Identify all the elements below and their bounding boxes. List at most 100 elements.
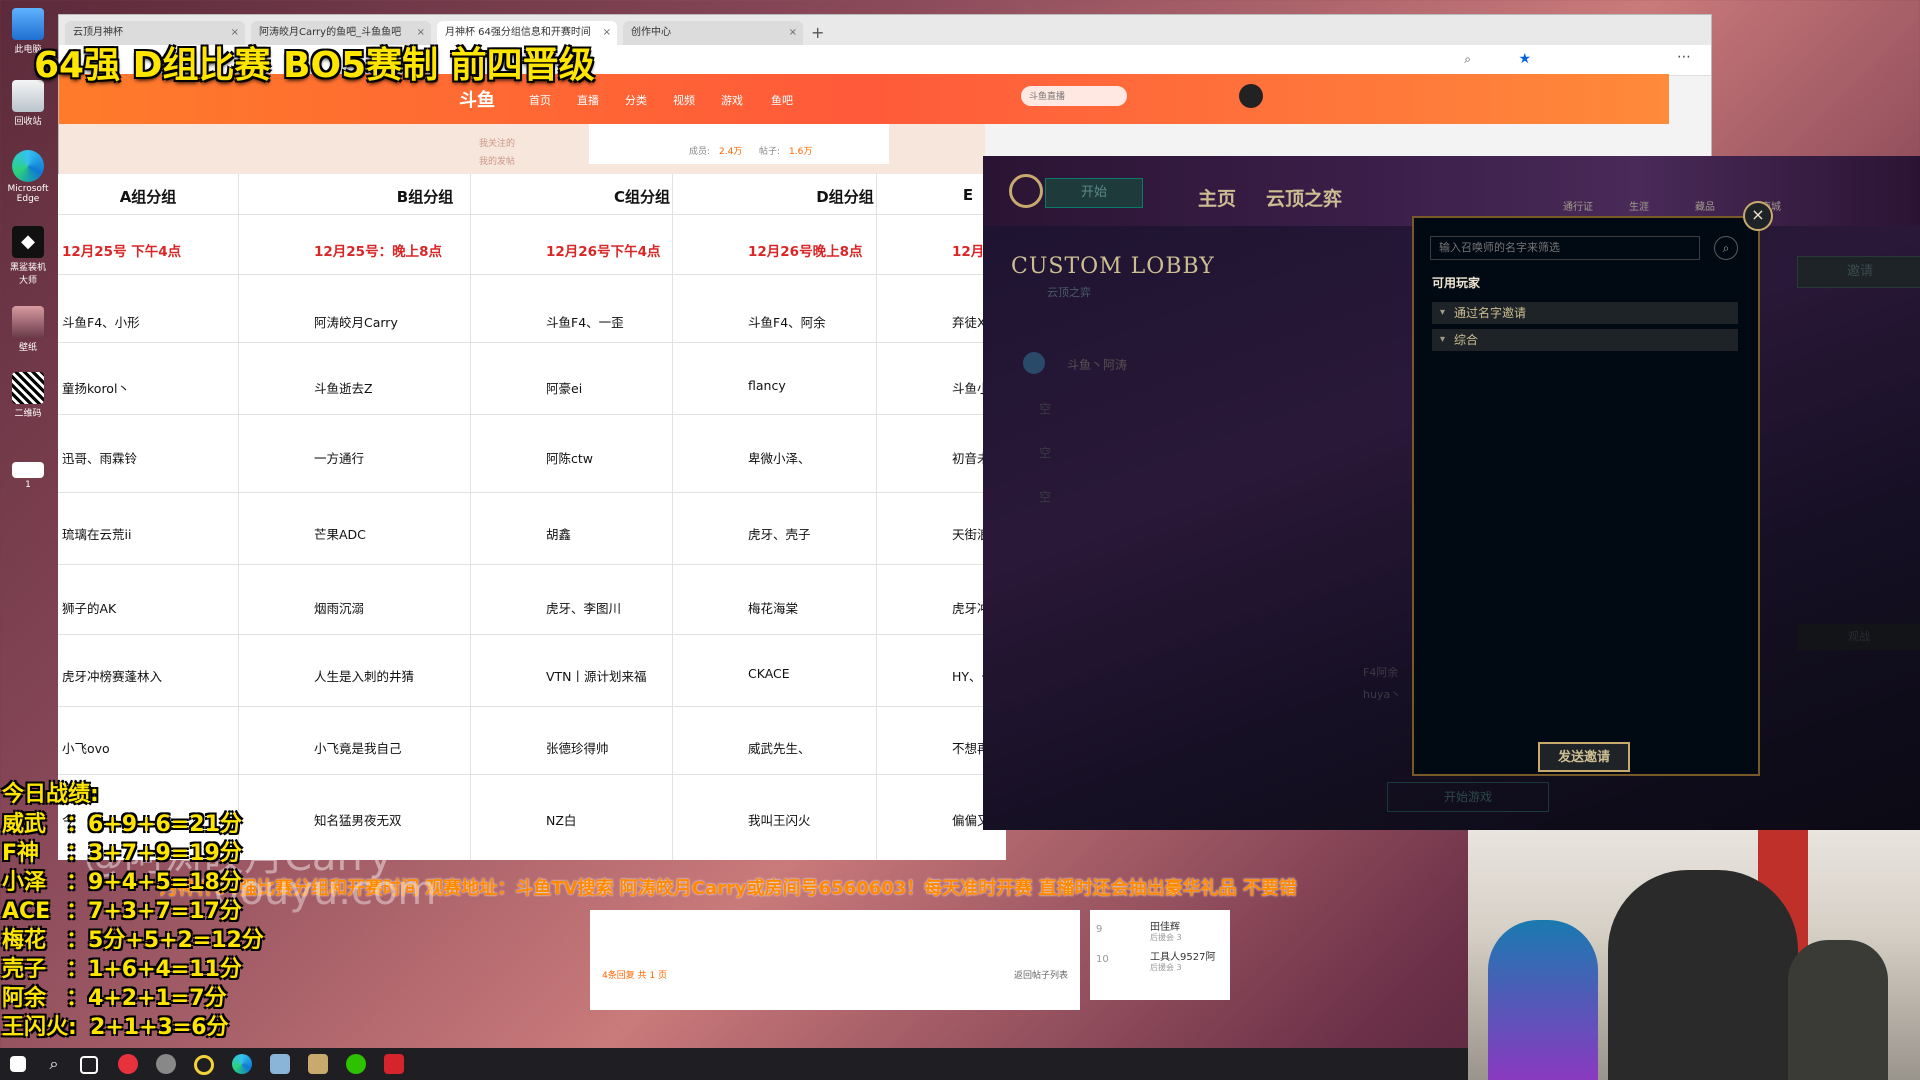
player-cell[interactable]: 阿豪ei: [546, 378, 738, 397]
desktop-icon-label: 壁纸: [18, 343, 37, 353]
post-card: 4条回复 共 1 页 返回帖子列表: [590, 910, 1080, 1010]
nav-video[interactable]: 视频: [673, 92, 695, 108]
nav-pass[interactable]: 通行证: [1563, 198, 1593, 213]
tab-label: 创作中心: [631, 27, 671, 38]
new-tab-button[interactable]: +: [811, 21, 824, 45]
nav-lol-home[interactable]: 主页: [1198, 184, 1236, 211]
player-cell[interactable]: 烟雨沉溺: [314, 598, 536, 617]
desktop-icon-wallpaper[interactable]: 壁纸: [6, 306, 50, 353]
player-cell[interactable]: flancy: [748, 378, 942, 393]
lol-taskbar-icon[interactable]: [308, 1054, 328, 1074]
invite-button[interactable]: 邀请: [1797, 256, 1920, 288]
player-cell[interactable]: 斗鱼逝去Z: [314, 378, 536, 397]
nav-game[interactable]: 游戏: [721, 92, 743, 108]
nav-category[interactable]: 分类: [625, 92, 647, 108]
score-separator: ：: [66, 957, 89, 982]
score-name: 王闪火: [2, 1015, 69, 1040]
close-icon[interactable]: ×: [1743, 201, 1773, 231]
player-cell[interactable]: 梅花海棠: [748, 598, 942, 617]
player-cell[interactable]: VTN丨源计划来福: [546, 666, 738, 685]
player-cell[interactable]: 虎牙、壳子: [748, 524, 942, 543]
score-expression: 1+6+4=11分: [88, 957, 242, 982]
player-cell[interactable]: CKACE: [748, 666, 942, 681]
person-center: [1608, 870, 1798, 1080]
group-header: D组分组: [816, 188, 874, 206]
douyu-logo[interactable]: 斗鱼: [459, 86, 495, 112]
accordion-invite-by-name[interactable]: 通过名字邀请: [1432, 302, 1738, 324]
more-menu-icon[interactable]: ⋯: [1677, 49, 1691, 65]
send-invite-button[interactable]: 发送邀请: [1538, 742, 1630, 772]
invite-dialog: ⌕ 可用玩家 通过名字邀请 综合 发送邀请: [1412, 216, 1760, 776]
windows-start-icon[interactable]: [10, 1056, 26, 1072]
douyu-search-input[interactable]: [1021, 86, 1127, 106]
player-cell[interactable]: 斗鱼F4、一歪: [546, 312, 738, 331]
summoner-filter-input[interactable]: [1430, 236, 1700, 260]
nav-yuba[interactable]: 鱼吧: [771, 92, 793, 108]
player-cell[interactable]: 虎牙冲榜赛蓬林入: [62, 666, 234, 685]
player-cell[interactable]: 斗鱼F4、小形: [62, 312, 234, 331]
player-cell[interactable]: 阿涛皎月Carry: [314, 312, 536, 331]
player-cell[interactable]: 斗鱼F4、阿余: [748, 312, 942, 331]
nav-live[interactable]: 直播: [577, 92, 599, 108]
player-cell[interactable]: 童扬korol丶: [62, 378, 234, 397]
wps-icon[interactable]: [384, 1054, 404, 1074]
app-icon[interactable]: [194, 1055, 214, 1075]
score-name: 阿余: [2, 986, 47, 1011]
player-cell[interactable]: 人生是入刺的井猜: [314, 666, 536, 685]
qrcode-icon: [12, 372, 44, 404]
nav-profile[interactable]: 生涯: [1629, 198, 1649, 213]
group-header: E: [962, 186, 974, 204]
available-players-heading: 可用玩家: [1432, 276, 1481, 290]
desktop-icon-file[interactable]: 1: [6, 462, 50, 490]
douyu-subheader: 我关注的 我的发帖 成员: 2.4万 帖子: 1.6万: [59, 124, 985, 174]
back-to-list-link[interactable]: 返回帖子列表: [1014, 968, 1068, 981]
desktop-icon-edge[interactable]: Microsoft Edge: [6, 150, 50, 204]
player-cell[interactable]: 小飞ovo: [62, 738, 234, 757]
search-icon[interactable]: ⌕: [1714, 236, 1738, 260]
score-name: 梅花: [2, 928, 47, 953]
nav-collection[interactable]: 藏品: [1695, 198, 1715, 213]
player-cell[interactable]: 虎牙、李图川: [546, 598, 738, 617]
player-cell[interactable]: 迅哥、雨霖铃: [62, 448, 234, 467]
play-button[interactable]: 开始: [1045, 178, 1143, 208]
edge-icon[interactable]: [232, 1054, 252, 1074]
desktop-icon-qrcode[interactable]: 二维码: [6, 372, 50, 419]
close-icon[interactable]: ×: [603, 21, 611, 45]
group-header: B组分组: [396, 188, 454, 206]
netease-music-icon[interactable]: [118, 1054, 138, 1074]
avatar[interactable]: [1239, 84, 1263, 108]
player-cell[interactable]: 卑微小泽、: [748, 448, 942, 467]
player-cell[interactable]: 琉璃在云荒ii: [62, 524, 234, 543]
tab-4[interactable]: 创作中心 ×: [623, 21, 803, 45]
wechat-icon[interactable]: [346, 1054, 366, 1074]
player-cell[interactable]: 阿陈ctw: [546, 448, 738, 467]
desktop-icon-blackshark[interactable]: ◆ 黑鲨装机大师: [6, 226, 50, 286]
accordion-general[interactable]: 综合: [1432, 329, 1738, 351]
player-cell[interactable]: 小飞竟是我自己: [314, 738, 536, 757]
player-cell[interactable]: 张德珍得帅: [546, 738, 738, 757]
sidebar-my-posts[interactable]: 我的发帖: [479, 154, 515, 167]
search-icon[interactable]: ⌕: [44, 1054, 64, 1074]
player-cell[interactable]: 胡鑫: [546, 524, 738, 543]
app-icon[interactable]: [270, 1054, 290, 1074]
lol-logo-icon[interactable]: [1009, 174, 1043, 208]
player-cell[interactable]: 我叫王闪火: [748, 810, 942, 829]
score-row: 威武 ：6+9+6=21分: [2, 806, 242, 838]
player-cell[interactable]: NZ白: [546, 810, 738, 829]
player-cell[interactable]: 一方通行: [314, 448, 536, 467]
zoom-icon[interactable]: ⌕: [1464, 52, 1471, 67]
group-date: 12月26号晚上8点: [748, 244, 863, 260]
task-view-icon[interactable]: [80, 1056, 98, 1074]
start-game-button[interactable]: 开始游戏: [1387, 782, 1549, 812]
player-cell[interactable]: 芒果ADC: [314, 524, 536, 543]
favorite-star-icon[interactable]: ★: [1518, 51, 1531, 67]
nav-home[interactable]: 首页: [529, 92, 551, 108]
sidebar-following[interactable]: 我关注的: [479, 136, 515, 149]
player-cell[interactable]: 威武先生、: [748, 738, 942, 757]
close-icon[interactable]: ×: [789, 21, 797, 45]
player-cell[interactable]: 狮子的AK: [62, 598, 234, 617]
app-icon[interactable]: [156, 1054, 176, 1074]
nav-tft[interactable]: 云顶之弈: [1266, 184, 1342, 211]
scores-heading: 今日战绩:: [2, 782, 99, 807]
spectate-button[interactable]: 观战: [1797, 624, 1920, 650]
